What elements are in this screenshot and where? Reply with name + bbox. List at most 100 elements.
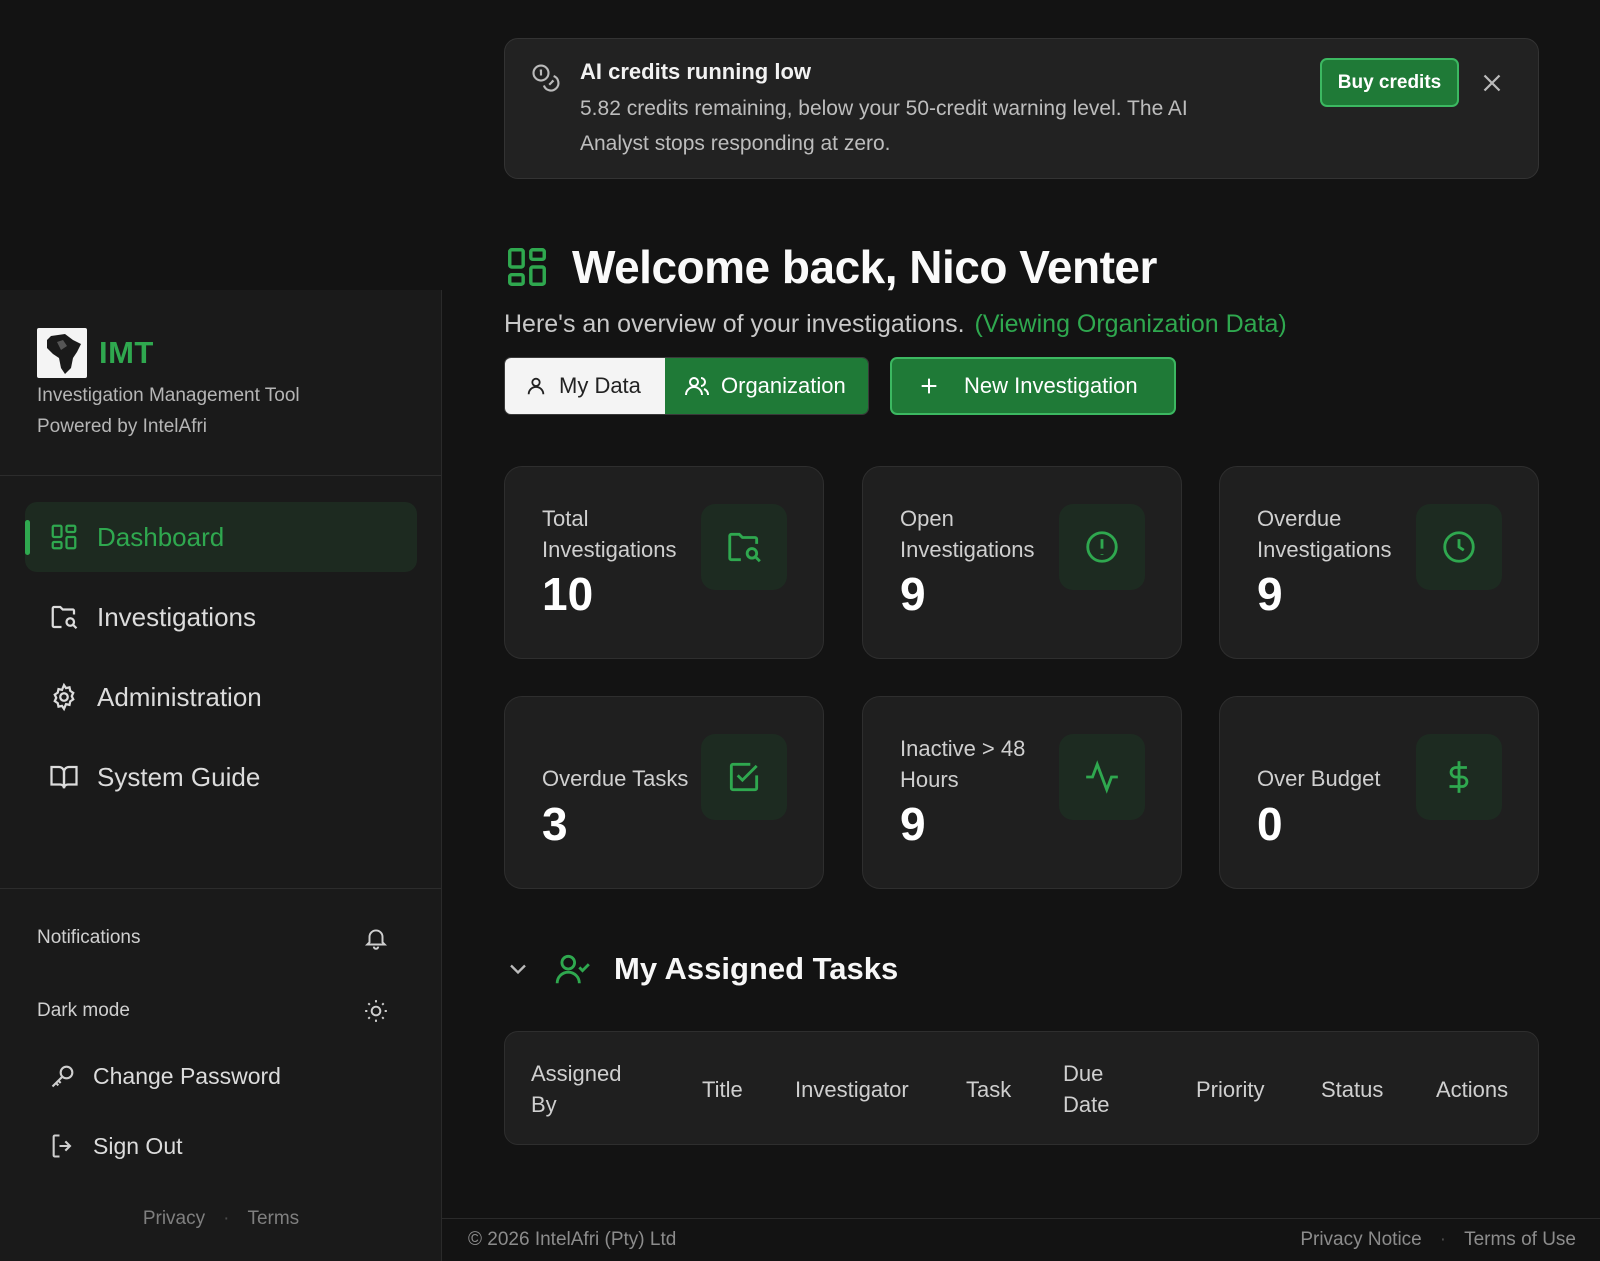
column-header[interactable]: Title <box>702 1032 743 1146</box>
terms-link[interactable]: Terms <box>247 1208 299 1230</box>
sidebar-item-investigations[interactable]: Investigations <box>25 582 417 652</box>
key-icon <box>49 1062 77 1090</box>
privacy-link[interactable]: Privacy <box>143 1208 205 1230</box>
assigned-tasks-header: My Assigned Tasks <box>504 950 898 988</box>
chevron-down-icon[interactable] <box>504 955 532 983</box>
stat-label: Open Investigations <box>900 506 1035 562</box>
column-header[interactable]: Investigator <box>795 1032 909 1146</box>
check-square-icon <box>701 734 787 820</box>
column-header[interactable]: Actions <box>1436 1032 1508 1146</box>
sidebar-divider <box>0 475 441 476</box>
column-header[interactable]: Due Date <box>1063 1032 1123 1146</box>
column-header[interactable]: Assigned By <box>531 1032 641 1146</box>
activity-icon <box>1059 734 1145 820</box>
column-header[interactable]: Task <box>966 1032 1011 1146</box>
stat-card-overdue-tasks[interactable]: Overdue Tasks 3 <box>504 696 824 889</box>
column-header[interactable]: Priority <box>1196 1032 1264 1146</box>
user-icon <box>525 375 547 397</box>
powered-by: Powered by IntelAfri <box>37 416 208 437</box>
stat-label: Overdue Investigations <box>1257 506 1392 562</box>
separator-dot: · <box>1439 1229 1447 1250</box>
sidebar-divider <box>0 888 441 889</box>
brand: IMT Investigation Management Tool Powere… <box>37 328 300 442</box>
alert-circle-icon <box>1059 504 1145 590</box>
data-scope-toggle: My Data Organization <box>504 357 869 415</box>
notifications-row[interactable]: Notifications <box>37 925 389 951</box>
page-subtitle: Here's an overview of your investigation… <box>504 310 1287 339</box>
assigned-tasks-table: Assigned By Title Investigator Task Due … <box>504 1031 1539 1145</box>
stat-value: 3 <box>542 798 568 850</box>
credits-warning-banner: AI credits running low 5.82 credits rema… <box>504 38 1539 179</box>
stat-value: 9 <box>1257 568 1283 620</box>
banner-message: 5.82 credits remaining, below your 50-cr… <box>580 97 1188 155</box>
stat-label: Inactive > 48 Hours <box>900 736 1026 792</box>
section-title: My Assigned Tasks <box>614 951 899 986</box>
stat-card-inactive-48-hours[interactable]: Inactive > 48 Hours 9 <box>862 696 1182 889</box>
folder-search-icon <box>701 504 787 590</box>
organization-button[interactable]: Organization <box>665 358 868 414</box>
stat-value: 9 <box>900 568 926 620</box>
stat-card-open-investigations[interactable]: Open Investigations 9 <box>862 466 1182 659</box>
stat-label: Total Investigations <box>542 506 677 562</box>
dark-mode-row[interactable]: Dark mode <box>37 998 389 1024</box>
close-icon[interactable] <box>1477 68 1507 98</box>
dark-mode-label: Dark mode <box>37 1000 130 1021</box>
organization-note: (Viewing Organization Data) <box>974 310 1287 338</box>
clock-icon <box>1416 504 1502 590</box>
separator-dot: · <box>223 1208 230 1229</box>
change-password-link[interactable]: Change Password <box>49 1062 281 1090</box>
stat-card-total-investigations[interactable]: Total Investigations 10 <box>504 466 824 659</box>
folder-search-icon <box>49 602 79 632</box>
sidebar-footer: Privacy · Terms <box>0 1208 442 1230</box>
new-investigation-label: New Investigation <box>964 373 1138 398</box>
sidebar-item-label: Investigations <box>97 601 256 632</box>
user-check-icon <box>554 950 592 988</box>
page-title: Welcome back, Nico Venter <box>572 241 1157 293</box>
terms-of-use-link[interactable]: Terms of Use <box>1464 1229 1576 1251</box>
sign-out-icon <box>49 1132 77 1160</box>
dashboard-icon <box>504 244 550 290</box>
sidebar-nav: Dashboard Investigations Administration … <box>25 502 417 822</box>
buy-credits-button[interactable]: Buy credits <box>1320 58 1459 107</box>
new-investigation-button[interactable]: New Investigation <box>890 357 1176 415</box>
sign-out-link[interactable]: Sign Out <box>49 1132 183 1160</box>
sidebar-item-administration[interactable]: Administration <box>25 662 417 732</box>
stat-label: Overdue Tasks <box>542 766 689 791</box>
dashboard-icon <box>49 522 79 552</box>
sun-icon[interactable] <box>363 998 389 1024</box>
footer-links: Privacy Notice · Terms of Use <box>1300 1229 1576 1251</box>
stat-value: 0 <box>1257 798 1283 850</box>
stat-value: 10 <box>542 568 594 620</box>
my-data-label: My Data <box>559 373 641 398</box>
sidebar-item-system-guide[interactable]: System Guide <box>25 742 417 812</box>
plus-icon <box>918 375 940 397</box>
sidebar: IMT Investigation Management Tool Powere… <box>0 290 442 1261</box>
book-icon <box>49 762 79 792</box>
stat-card-over-budget[interactable]: Over Budget 0 <box>1219 696 1539 889</box>
brand-name: IMT <box>99 335 154 370</box>
gear-icon <box>49 682 79 712</box>
welcome-header: Welcome back, Nico Venter <box>504 240 1157 294</box>
banner-title: AI credits running low <box>580 59 812 84</box>
copyright: © 2026 IntelAfri (Pty) Ltd <box>468 1229 677 1250</box>
organization-label: Organization <box>721 373 846 398</box>
sidebar-item-label: System Guide <box>97 761 261 792</box>
sidebar-item-label: Dashboard <box>97 521 225 552</box>
africa-logo <box>37 328 87 378</box>
stat-label: Over Budget <box>1257 766 1381 791</box>
page-footer: © 2026 IntelAfri (Pty) Ltd Privacy Notic… <box>442 1218 1600 1261</box>
sidebar-item-dashboard[interactable]: Dashboard <box>25 502 417 572</box>
stat-card-overdue-investigations[interactable]: Overdue Investigations 9 <box>1219 466 1539 659</box>
coins-icon <box>531 63 561 93</box>
bell-icon[interactable] <box>363 925 389 951</box>
privacy-notice-link[interactable]: Privacy Notice <box>1300 1229 1421 1251</box>
my-data-button[interactable]: My Data <box>505 358 665 414</box>
change-password-label: Change Password <box>93 1062 281 1089</box>
subtitle-text: Here's an overview of your investigation… <box>504 310 965 338</box>
stat-value: 9 <box>900 798 926 850</box>
brand-subtitle: Investigation Management Tool <box>37 385 300 406</box>
notifications-label: Notifications <box>37 927 141 948</box>
dollar-icon <box>1416 734 1502 820</box>
sidebar-item-label: Administration <box>97 681 262 712</box>
column-header[interactable]: Status <box>1321 1032 1383 1146</box>
